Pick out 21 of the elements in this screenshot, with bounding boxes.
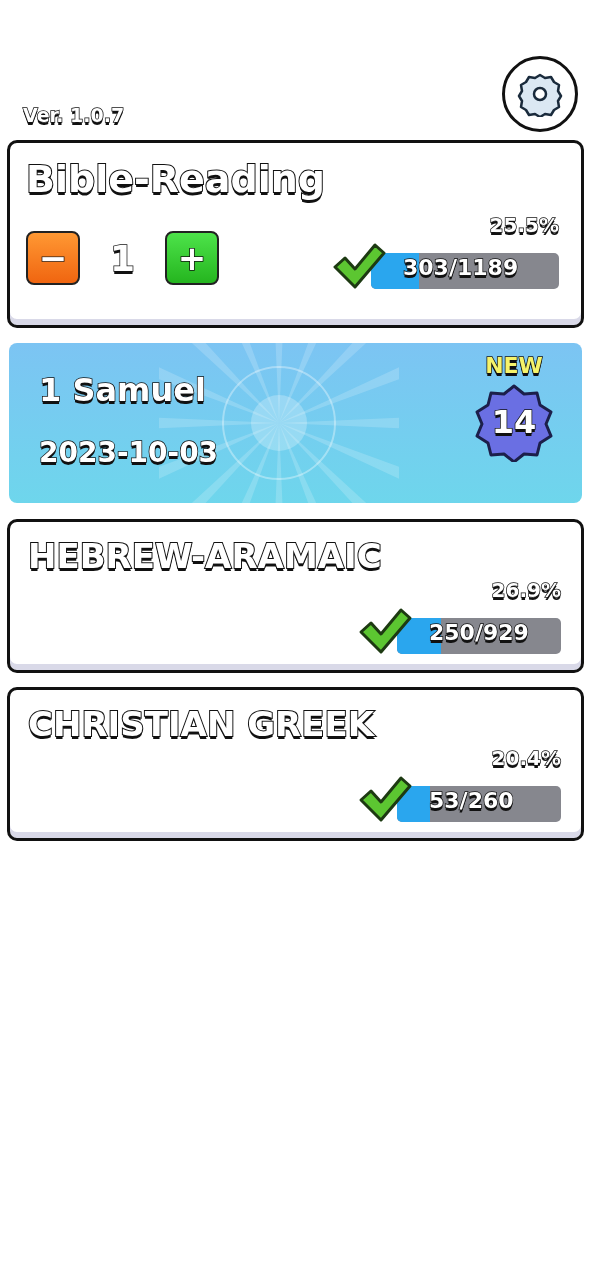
checkmark-icon <box>357 774 413 824</box>
card-title: Bible-Reading <box>26 157 325 201</box>
checkmark-icon <box>357 606 413 656</box>
chapter-badge: 14 <box>474 382 554 462</box>
progress-count: 53/260 <box>429 788 514 813</box>
minus-button[interactable]: − <box>26 231 80 285</box>
settings-icon <box>517 71 563 117</box>
date-label: 2023-10-03 <box>39 436 219 470</box>
version-label: Ver. 1.0.7 <box>23 104 125 126</box>
counter-value: 1 <box>110 237 136 279</box>
checkmark-icon <box>331 241 387 291</box>
plus-button[interactable]: + <box>165 231 220 285</box>
card-title: CHRISTIAN GREEK <box>28 704 378 744</box>
section-card[interactable]: CHRISTIAN GREEK 20.4% 53/260 <box>7 687 584 841</box>
banner[interactable]: 1 Samuel 2023-10-03 NEW 14 <box>9 343 582 503</box>
book-title: 1 Samuel <box>39 370 207 409</box>
percent-label: 20.4% <box>491 746 561 770</box>
card-title: HEBREW-ARAMAIC <box>28 536 383 576</box>
new-label: NEW <box>485 353 543 378</box>
percent-label: 25.5% <box>489 213 559 237</box>
percent-label: 26.9% <box>491 578 561 602</box>
